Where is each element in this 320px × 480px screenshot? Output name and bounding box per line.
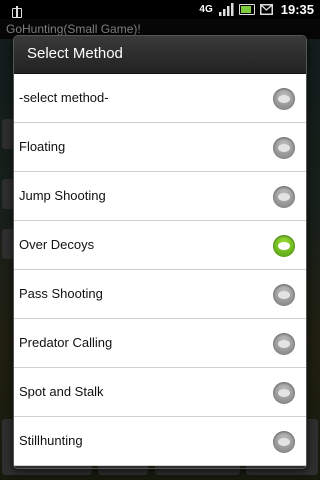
mail-notification-icon	[259, 4, 273, 15]
option-select-method[interactable]: -select method-	[14, 74, 306, 123]
option-floating[interactable]: Floating	[14, 123, 306, 172]
radio-button-icon[interactable]	[273, 284, 295, 306]
option-over-decoys[interactable]: Over Decoys	[14, 221, 306, 270]
radio-button-icon[interactable]	[273, 88, 295, 110]
usb-icon	[10, 6, 24, 18]
select-method-dialog: Select Method -select method- Floating J…	[13, 35, 307, 469]
option-label: -select method-	[19, 90, 109, 105]
option-stillhunting[interactable]: Stillhunting	[14, 417, 306, 466]
option-label: Stillhunting	[19, 433, 83, 448]
method-options-list: -select method- Floating Jump Shooting O…	[14, 74, 306, 466]
network-type-label: 4G	[199, 3, 213, 15]
option-label: Pass Shooting	[19, 286, 103, 301]
radio-button-icon[interactable]	[273, 186, 295, 208]
dialog-header: Select Method	[14, 36, 306, 74]
option-label: Predator Calling	[19, 335, 113, 350]
option-label: Floating	[19, 139, 66, 154]
option-jump-shooting[interactable]: Jump Shooting	[14, 172, 306, 221]
option-label: Spot and Stalk	[19, 384, 104, 399]
radio-button-icon[interactable]	[273, 431, 295, 453]
battery-icon	[238, 4, 255, 15]
option-spot-and-stalk[interactable]: Spot and Stalk	[14, 368, 306, 417]
radio-button-icon[interactable]	[273, 382, 295, 404]
status-bar: 4G 19:35	[0, 0, 320, 19]
radio-button-checked-icon[interactable]	[273, 235, 295, 257]
option-label: Over Decoys	[19, 237, 95, 252]
radio-button-icon[interactable]	[273, 333, 295, 355]
signal-strength-icon	[218, 3, 234, 16]
dialog-title: Select Method	[27, 45, 123, 62]
clock: 19:35	[280, 2, 314, 17]
option-predator-calling[interactable]: Predator Calling	[14, 319, 306, 368]
option-label: Jump Shooting	[19, 188, 106, 203]
option-pass-shooting[interactable]: Pass Shooting	[14, 270, 306, 319]
radio-button-icon[interactable]	[273, 137, 295, 159]
